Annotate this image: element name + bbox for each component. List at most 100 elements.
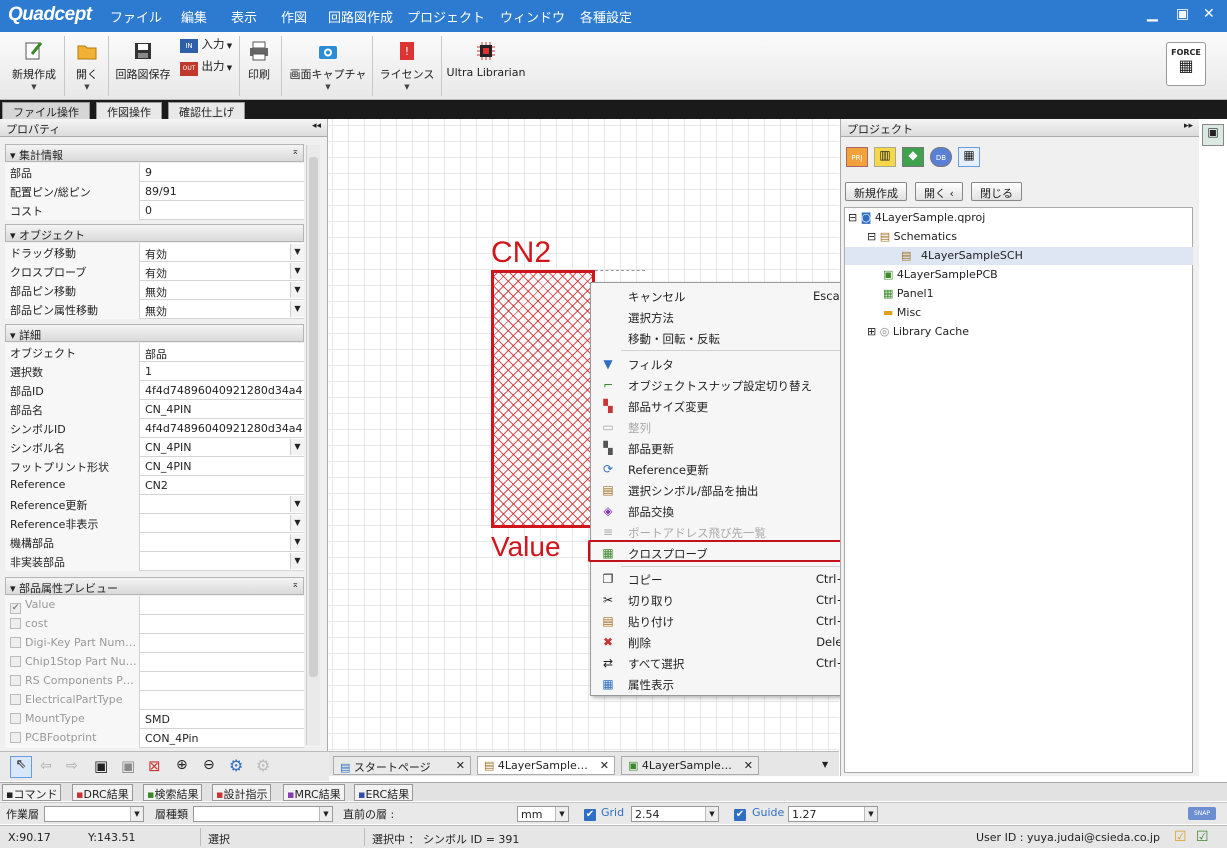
prop-row[interactable]: 部品ピン属性移動 無効 ▼ xyxy=(5,300,304,319)
zoom-in-icon[interactable]: ⊕ xyxy=(176,757,188,773)
library-icon[interactable]: ▦ xyxy=(958,147,980,167)
gear-icon[interactable]: ⚙ xyxy=(256,756,270,775)
force-button[interactable]: FORCE ▦ xyxy=(1166,42,1206,86)
prop-row[interactable]: Reference更新 ▼ xyxy=(5,495,304,514)
tab-erc[interactable]: ▪ERC結果 xyxy=(354,784,414,801)
project-open-button[interactable]: 開く ‹ xyxy=(915,182,963,201)
new-button[interactable]: 新規作成 ▼ xyxy=(8,36,60,98)
ctx-cancel[interactable]: キャンセル Escape xyxy=(591,285,864,306)
tree-item[interactable]: ⊟ ◙ 4LayerSample.qproj xyxy=(848,211,985,229)
menu-file[interactable]: ファイル xyxy=(110,7,162,26)
properties-scrollbar[interactable] xyxy=(306,145,320,745)
snap-button[interactable]: SNAP xyxy=(1188,807,1216,820)
prop-row[interactable]: ドラッグ移動 有効 ▼ xyxy=(5,243,304,262)
prop-row[interactable]: クロスプローブ 有効 ▼ xyxy=(5,262,304,281)
tab-file-ops[interactable]: ファイル操作 xyxy=(2,102,90,119)
prop-row[interactable]: Reference非表示 ▼ xyxy=(5,514,304,533)
license-button[interactable]: ! ライセンス ▼ xyxy=(377,36,437,98)
tab-instructions[interactable]: ▪設計指示 xyxy=(212,784,272,801)
layers-icon[interactable]: ◆ xyxy=(902,147,924,167)
forward-icon[interactable]: ⇨ xyxy=(66,758,78,774)
section-summary[interactable]: ▾ 集計情報 ⌅ xyxy=(5,144,304,162)
menu-project[interactable]: プロジェクト xyxy=(407,7,485,26)
notebook-icon[interactable]: ▥ xyxy=(874,147,896,167)
ctx-port-address[interactable]: ≡ ポートアドレス飛び先一覧 xyxy=(591,521,864,542)
project-close-button[interactable]: 閉じる xyxy=(971,182,1022,201)
ctx-swap-part[interactable]: ◈ 部品交換 xyxy=(591,500,864,521)
tree-item[interactable]: ⊞ ◎ Library Cache xyxy=(867,325,969,343)
tab-pcb[interactable]: ▣ 4LayerSample… ✕ xyxy=(621,756,759,775)
save-icon[interactable]: ▣ xyxy=(94,757,108,775)
ctx-select-method[interactable]: 選択方法▸ xyxy=(591,306,864,327)
ctx-extract-symbol[interactable]: ▤ 選択シンボル/部品を抽出 xyxy=(591,479,864,500)
grid-checkbox[interactable]: ✔ xyxy=(584,807,596,821)
ctx-cut[interactable]: ✂ 切り取り Ctrl+X xyxy=(591,589,864,610)
input-button[interactable]: IN 入力 ▼ xyxy=(180,36,235,58)
ctx-snap-toggle[interactable]: ⌐オブジェクトスナップ設定切り替えO xyxy=(591,374,864,395)
menu-edit[interactable]: 編集 xyxy=(181,7,207,26)
menu-view[interactable]: 表示 xyxy=(231,7,257,26)
screen-capture-button[interactable]: 画面キャプチャ ▼ xyxy=(287,36,369,98)
ctx-filter[interactable]: ▼フィルタF xyxy=(591,353,864,374)
prop-row[interactable]: 部品ピン移動 無効 ▼ xyxy=(5,281,304,300)
project-new-button[interactable]: 新規作成 xyxy=(845,182,907,201)
layer-type-select[interactable]: ▼ xyxy=(193,806,333,822)
check-icon[interactable]: ☑ xyxy=(1196,829,1209,845)
menu-settings[interactable]: 各種設定 xyxy=(580,7,632,26)
output-button[interactable]: OUT 出力 ▼ xyxy=(180,58,235,80)
db-icon[interactable]: DB xyxy=(930,147,952,167)
prop-row[interactable]: シンボル名 CN_4PIN ▼ xyxy=(5,438,304,457)
ultra-librarian-button[interactable]: Ultra Librarian xyxy=(445,36,527,98)
pointer-icon[interactable]: ⇖ xyxy=(10,756,32,778)
open-button[interactable]: 開く ▼ xyxy=(70,36,104,98)
tree-item-selected[interactable]: ▤ 4LayerSampleSCH xyxy=(845,247,1193,265)
save-all-icon[interactable]: ▣ xyxy=(121,757,135,775)
fit-icon[interactable]: ⊠ xyxy=(148,757,161,775)
zoom-out-icon[interactable]: ⊖ xyxy=(203,757,215,773)
ctx-update-part[interactable]: ▚ 部品更新 xyxy=(591,437,864,458)
menu-draw[interactable]: 作図 xyxy=(281,7,307,26)
section-detail[interactable]: ▾ 詳細 xyxy=(5,324,304,342)
unit-select[interactable]: mm ▼ xyxy=(517,806,569,822)
component-cn2[interactable] xyxy=(491,270,595,528)
tree-item[interactable]: ▣ 4LayerSamplePCB xyxy=(883,268,998,286)
ctx-delete[interactable]: ✖ 削除 Delete xyxy=(591,631,864,652)
close-icon[interactable]: ✕ xyxy=(1203,6,1215,22)
ctx-copy[interactable]: ❐ コピー Ctrl+C xyxy=(591,568,864,589)
ctx-select-all[interactable]: ⇄ すべて選択 Ctrl+A xyxy=(591,652,864,673)
tab-start-page[interactable]: ▤ スタートページ ✕ xyxy=(333,756,471,775)
settings-icon[interactable]: ⚙ xyxy=(229,756,243,775)
work-layer-select[interactable]: ▼ xyxy=(44,806,144,822)
tab-mrc[interactable]: ▪MRC結果 xyxy=(283,784,345,801)
side-panel-icon[interactable]: ▣ xyxy=(1202,124,1224,146)
ctx-resize-part[interactable]: ▚ 部品サイズ変更 xyxy=(591,395,864,416)
tab-schematic[interactable]: ▤ 4LayerSample… ✕ xyxy=(477,756,615,775)
minimize-icon[interactable]: ▁ xyxy=(1147,6,1158,22)
tab-draw-ops[interactable]: 作図操作 xyxy=(96,102,162,119)
back-icon[interactable]: ⇦ xyxy=(40,758,52,774)
guide-checkbox[interactable]: ✔ xyxy=(734,807,746,821)
print-button[interactable]: 印刷 xyxy=(243,36,275,98)
edit-check-icon[interactable]: ☑ xyxy=(1174,829,1187,845)
section-object[interactable]: ▾ オブジェクト xyxy=(5,224,304,242)
prop-row[interactable]: 機構部品 ▼ xyxy=(5,533,304,552)
ctx-move-rotate[interactable]: 移動・回転・反転▸ xyxy=(591,327,864,348)
tree-item[interactable]: ▬ Misc xyxy=(883,306,921,324)
tab-search[interactable]: ▪検索結果 xyxy=(143,784,203,801)
project-icon[interactable]: PRJ xyxy=(846,147,868,167)
ctx-show-attributes[interactable]: ▦属性表示A xyxy=(591,673,864,694)
menu-schematic[interactable]: 回路図作成 xyxy=(328,7,393,26)
tab-finish[interactable]: 確認仕上げ xyxy=(168,102,245,119)
ctx-align[interactable]: ▭整列▸ xyxy=(591,416,864,437)
ctx-paste[interactable]: ▤ 貼り付け Ctrl+V xyxy=(591,610,864,631)
ctx-update-reference[interactable]: ⟳ Reference更新 xyxy=(591,458,864,479)
guide-select[interactable]: 1.27 ▼ xyxy=(788,806,878,822)
tab-list-icon[interactable]: ▼ xyxy=(822,760,828,769)
save-schematic-button[interactable]: 回路図保存 xyxy=(112,36,174,98)
tree-item[interactable]: ⊟ ▤ Schematics xyxy=(867,230,957,248)
tab-drc[interactable]: ▪DRC結果 xyxy=(72,784,133,801)
prop-row[interactable]: 非実装部品 ▼ xyxy=(5,552,304,571)
section-preview[interactable]: ▾ 部品属性プレビュー ⌅ xyxy=(5,577,304,595)
tree-item[interactable]: ▦ Panel1 xyxy=(883,287,934,305)
tab-command[interactable]: ▪コマンド xyxy=(2,784,62,801)
